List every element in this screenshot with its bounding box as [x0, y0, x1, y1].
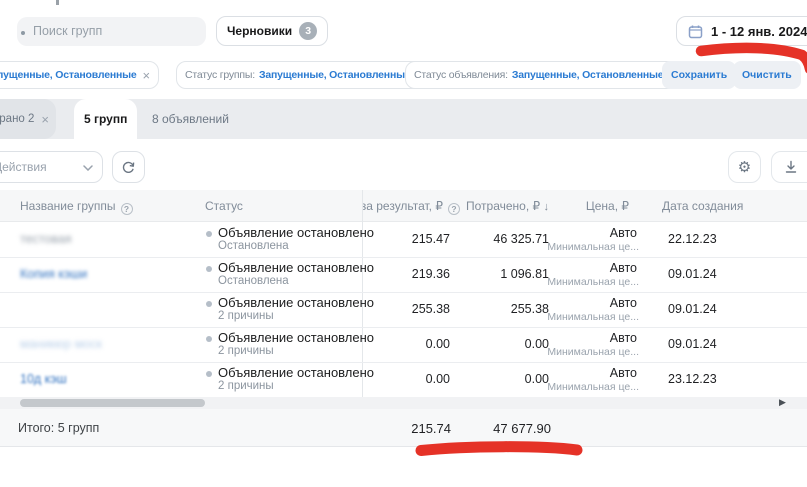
filter-chip-ad-status[interactable]: Статус объявления: Запущенные, Остановле… — [405, 61, 686, 89]
save-filters-button[interactable]: Сохранить — [662, 61, 736, 89]
date-range-value: 1 - 12 янв. 2024 — [711, 24, 807, 39]
selected-count-chip[interactable]: Выбрано 2 × — [0, 99, 56, 139]
question-icon[interactable]: ? — [121, 203, 133, 215]
column-header-status[interactable]: Статус — [205, 199, 243, 213]
column-header-cost-per-result[interactable]: Цена за результат, ₽? — [362, 199, 460, 215]
clear-filters-button[interactable]: Очистить — [733, 61, 801, 89]
status-text: Объявление остановлено — [218, 330, 374, 345]
totals-spent: 47 677.90 — [493, 421, 551, 436]
table-row[interactable] — [0, 327, 807, 362]
column-header-spent[interactable]: Потрачено, ₽ ↓ — [466, 199, 549, 213]
group-name-link: тестовая — [20, 232, 72, 246]
table-footer — [0, 409, 807, 447]
filter-chip-label: Статус объявления: — [414, 69, 508, 81]
filter-chip-values: Запущенные, Остановленные — [0, 69, 137, 81]
search-icon — [21, 31, 25, 35]
table-row[interactable] — [0, 362, 807, 397]
tab-ads[interactable]: 8 объявлений — [146, 99, 235, 139]
date-range-picker[interactable]: 1 - 12 янв. 2024 — [676, 16, 807, 46]
refresh-button[interactable] — [112, 151, 145, 183]
status-subtext: 2 причины — [218, 380, 274, 392]
marker-annotation-total — [421, 447, 577, 451]
status-subtext: Остановлена — [218, 240, 289, 252]
status-subtext: 2 причины — [218, 310, 274, 322]
search-placeholder: Поиск групп — [33, 24, 102, 38]
status-dot-icon — [206, 301, 212, 307]
groups-table: Название группы? Статус Цена за результа… — [0, 190, 807, 397]
table-row[interactable] — [0, 222, 807, 257]
column-header-created[interactable]: Дата создания — [662, 199, 743, 213]
status-dot-icon — [206, 266, 212, 272]
export-button[interactable] — [771, 151, 807, 183]
filter-chip-group-status[interactable]: Статус группы: Запущенные, Остановленные… — [176, 61, 433, 89]
status-text: Объявление остановлено — [218, 225, 374, 240]
status-dot-icon — [206, 336, 212, 342]
close-icon[interactable]: × — [141, 69, 150, 82]
scroll-right-arrow-icon[interactable]: ▶ — [779, 398, 786, 408]
status-text: Объявление остановлено — [218, 260, 374, 275]
table-row[interactable] — [0, 292, 807, 327]
status-text: Объявление остановлено — [218, 295, 374, 310]
drafts-label: Черновики — [227, 24, 292, 38]
table-row[interactable] — [0, 257, 807, 292]
question-icon[interactable]: ? — [448, 203, 460, 215]
status-subtext: Остановлена — [218, 275, 289, 287]
download-icon — [784, 160, 798, 174]
settings-button[interactable]: ⚙ — [728, 151, 761, 183]
status-dot-icon — [206, 371, 212, 377]
close-icon[interactable]: × — [39, 113, 49, 126]
filter-chip-cropped[interactable]: Запущенные, Остановленные × — [0, 61, 159, 89]
actions-dropdown[interactable]: Действия — [0, 151, 103, 183]
filter-chip-values: Запущенные, Остановленные — [512, 69, 664, 81]
drafts-button[interactable]: Черновики 3 — [216, 16, 328, 46]
group-name-link[interactable]: 10д кэш — [20, 372, 67, 386]
column-header-price[interactable]: Цена, ₽ — [586, 199, 629, 213]
tab-groups[interactable]: 5 групп — [74, 99, 137, 139]
actions-label: Действия — [0, 160, 47, 174]
group-name-link: маникюр моск — [20, 337, 102, 351]
sort-desc-icon: ↓ — [544, 201, 550, 213]
status-text: Объявление остановлено — [218, 365, 374, 380]
calendar-icon — [688, 24, 703, 39]
ads-manager-screen: Поиск групп Черновики 3 1 - 12 янв. 2024… — [0, 0, 807, 487]
status-dot-icon — [206, 231, 212, 237]
gear-icon: ⚙ — [738, 158, 751, 176]
selected-count-label: Выбрано 2 — [0, 113, 34, 125]
group-name-link[interactable]: Копия кэши — [20, 267, 87, 281]
totals-label: Итого: 5 групп — [18, 421, 99, 435]
chevron-down-icon — [83, 165, 93, 171]
refresh-icon — [121, 160, 136, 175]
status-subtext: 2 причины — [218, 345, 274, 357]
cropped-element-remnant — [56, 0, 59, 5]
drafts-count-badge: 3 — [299, 22, 317, 40]
totals-cost-per-result: 215.74 — [411, 421, 451, 436]
column-header-name[interactable]: Название группы? — [20, 199, 133, 215]
filter-chip-label: Статус группы: — [185, 69, 255, 81]
filter-chip-values: Запущенные, Остановленные — [259, 69, 411, 81]
scrollbar-thumb[interactable] — [20, 399, 205, 407]
